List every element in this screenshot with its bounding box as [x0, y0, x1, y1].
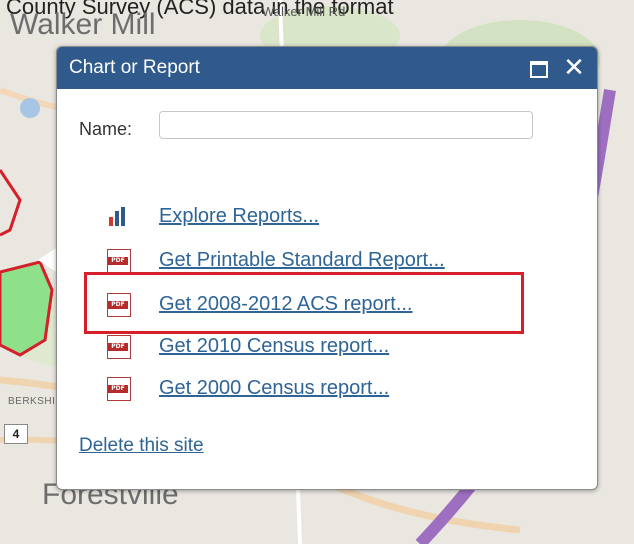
- name-input[interactable]: [159, 111, 533, 139]
- popup-pointer: [38, 248, 56, 272]
- explore-reports-link[interactable]: Explore Reports...: [159, 205, 319, 228]
- close-button[interactable]: ✕: [561, 53, 587, 81]
- pdf-icon: PDF: [107, 335, 131, 359]
- chart-or-report-popup: Chart or Report ✕ Name: Explore Reports.…: [56, 46, 598, 490]
- map-label-walker-mill: Walker Mill: [10, 8, 156, 41]
- route-4-shield-icon: 4: [4, 424, 28, 444]
- popup-title: Chart or Report: [69, 57, 200, 78]
- pdf-icon: PDF: [107, 377, 131, 401]
- census-2010-report-link[interactable]: Get 2010 Census report...: [159, 335, 389, 358]
- close-icon: ✕: [563, 52, 585, 82]
- pdf-icon: PDF: [107, 249, 131, 273]
- maximize-button[interactable]: [527, 59, 549, 78]
- maximize-icon: [530, 61, 548, 78]
- map-label-walker-mill-rd: Walker Mill Rd: [262, 4, 346, 19]
- bar-chart-icon: [109, 207, 125, 226]
- popup-titlebar[interactable]: Chart or Report ✕: [57, 47, 597, 89]
- name-label: Name:: [79, 119, 133, 139]
- highlight-box: [84, 272, 524, 334]
- delete-site-link[interactable]: Delete this site: [79, 435, 204, 457]
- census-2000-report-link[interactable]: Get 2000 Census report...: [159, 377, 389, 400]
- printable-standard-report-link[interactable]: Get Printable Standard Report...: [159, 249, 445, 272]
